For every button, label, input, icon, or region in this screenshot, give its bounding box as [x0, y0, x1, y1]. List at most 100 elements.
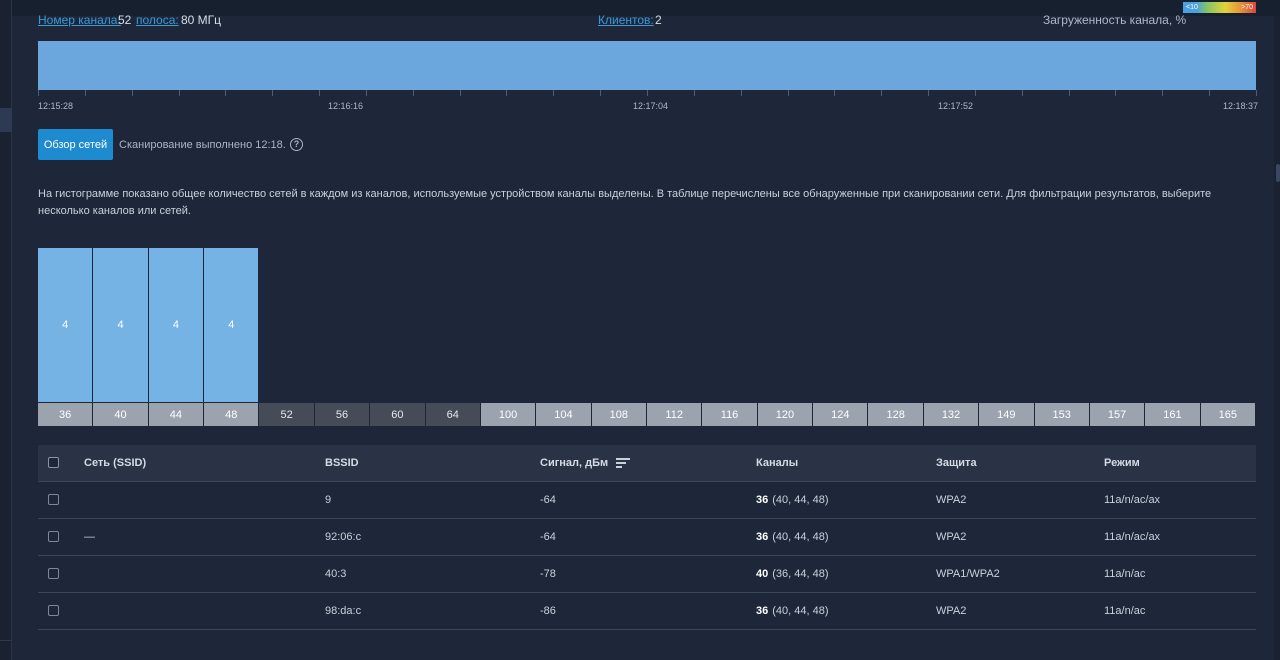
histogram-channel-100[interactable]: 100 — [480, 248, 536, 426]
bssid-cell: 98:da:c — [325, 605, 362, 617]
histogram-channel-label[interactable]: 128 — [868, 403, 923, 426]
sidebar-selected-item[interactable] — [0, 108, 12, 132]
time-axis-tick — [38, 90, 39, 96]
histogram-bar[interactable]: 4 — [148, 248, 204, 402]
histogram-channel-64[interactable]: 64 — [425, 248, 481, 426]
histogram-channel-label[interactable]: 153 — [1034, 403, 1089, 426]
histogram-channel-52[interactable]: 52 — [259, 248, 314, 426]
histogram-channel-44[interactable]: 4 44 — [148, 248, 204, 426]
time-axis-tick — [975, 90, 976, 96]
histogram-description: На гистограмме показано общее количество… — [38, 188, 1212, 217]
column-header-ssid[interactable]: Сеть (SSID) — [84, 445, 146, 481]
table-row[interactable]: — 92:06:c -64 36 (40, 44, 48) WPA2 11a/n/ac/ax — [38, 519, 1256, 556]
histogram-channel-label[interactable]: 132 — [923, 403, 979, 426]
mode-cell: 11a/n/ac/ax — [1104, 531, 1161, 543]
histogram-channel-56[interactable]: 56 — [314, 248, 370, 426]
histogram-channel-label[interactable]: 56 — [314, 403, 370, 426]
histogram-channel-157[interactable]: 157 — [1089, 248, 1145, 426]
histogram-channel-label[interactable]: 149 — [979, 403, 1034, 426]
histogram-channel-120[interactable]: 120 — [757, 248, 813, 426]
histogram-channel-label[interactable]: 165 — [1200, 403, 1255, 426]
histogram-channel-label[interactable]: 36 — [38, 403, 93, 426]
scrollbar[interactable] — [1274, 16, 1280, 660]
row-checkbox[interactable] — [48, 494, 59, 505]
time-axis-tick — [788, 90, 789, 96]
histogram-channel-116[interactable]: 116 — [702, 248, 757, 426]
time-axis-tick — [85, 90, 86, 96]
scrollbar-thumb[interactable] — [1276, 164, 1280, 182]
histogram-channel-161[interactable]: 161 — [1145, 248, 1200, 426]
time-axis-tick — [1256, 90, 1257, 96]
histogram-channel-104[interactable]: 104 — [536, 248, 591, 426]
histogram-channel-165[interactable]: 165 — [1200, 248, 1256, 426]
histogram-bar[interactable]: 4 — [204, 248, 259, 402]
histogram-channel-label[interactable]: 157 — [1089, 403, 1145, 426]
histogram-bar[interactable]: 4 — [38, 248, 93, 402]
channel-number-link[interactable]: Номер канала: — [38, 13, 121, 27]
band-link[interactable]: полоса: — [136, 13, 179, 27]
histogram-channel-label[interactable]: 64 — [425, 403, 480, 426]
histogram-channel-40[interactable]: 4 40 — [93, 248, 148, 426]
table-row[interactable]: 9 -64 36 (40, 44, 48) WPA2 11a/n/ac/ax — [38, 482, 1256, 519]
histogram-channel-label[interactable]: 60 — [370, 403, 425, 426]
histogram-channel-label[interactable]: 48 — [204, 403, 259, 426]
mode-cell: 11a/n/ac — [1104, 605, 1146, 617]
histogram-channel-label[interactable]: 120 — [757, 403, 813, 426]
histogram-channel-label[interactable]: 116 — [702, 403, 757, 426]
channel-load-label: Загруженность канала, % — [1043, 13, 1187, 27]
time-axis-tick — [132, 90, 133, 96]
security-cell: WPA2 — [936, 494, 967, 506]
time-axis-tick — [1162, 90, 1163, 96]
histogram-channel-112[interactable]: 112 — [647, 248, 702, 426]
row-checkbox[interactable] — [48, 568, 59, 579]
sidebar-divider — [0, 640, 12, 641]
histogram-channel-132[interactable]: 132 — [923, 248, 979, 426]
table-row[interactable]: 40:3 -78 40 (36, 44, 48) WPA1/WPA2 11a/n/ac — [38, 556, 1256, 593]
histogram-channel-149[interactable]: 149 — [979, 248, 1034, 426]
histogram-channel-60[interactable]: 60 — [370, 248, 425, 426]
histogram-channel-124[interactable]: 124 — [813, 248, 868, 426]
question-circle-icon[interactable]: ? — [290, 138, 303, 151]
select-all-checkbox[interactable] — [48, 457, 59, 468]
histogram-bar[interactable]: 4 — [93, 248, 148, 402]
column-header-channels[interactable]: Каналы — [756, 445, 798, 481]
network-overview-button[interactable]: Обзор сетей — [38, 129, 113, 160]
histogram-channel-128[interactable]: 128 — [868, 248, 923, 426]
band-value: 80 МГц — [181, 13, 222, 27]
histogram-channel-153[interactable]: 153 — [1034, 248, 1090, 426]
histogram-channel-36[interactable]: 4 36 — [38, 248, 93, 426]
row-checkbox[interactable] — [48, 531, 59, 542]
histogram-channel-label[interactable]: 52 — [259, 403, 314, 426]
sort-descending-icon[interactable] — [616, 458, 631, 468]
histogram-channel-label[interactable]: 104 — [536, 403, 591, 426]
security-cell: WPA2 — [936, 531, 967, 543]
histogram-channel-label[interactable]: 108 — [591, 403, 646, 426]
time-axis-tick — [1069, 90, 1070, 96]
histogram-channel-label[interactable]: 40 — [93, 403, 148, 426]
column-header-mode[interactable]: Режим — [1104, 445, 1140, 481]
time-axis-tick — [179, 90, 180, 96]
histogram-channel-label[interactable]: 100 — [480, 403, 536, 426]
networks-table: Сеть (SSID) BSSID Сигнал, дБм Каналы Защ… — [38, 445, 1256, 630]
column-header-signal[interactable]: Сигнал, дБм — [540, 445, 631, 481]
time-axis-label: 12:15:28 — [38, 101, 74, 111]
channel-number-value: 52 — [118, 13, 132, 27]
histogram-channel-label[interactable]: 44 — [148, 403, 204, 426]
column-header-bssid[interactable]: BSSID — [325, 445, 359, 481]
bssid-cell: 92:06:c — [325, 531, 362, 543]
time-axis-tick — [506, 90, 507, 96]
security-cell: WPA1/WPA2 — [936, 568, 1000, 580]
mode-cell: 11a/n/ac — [1104, 568, 1146, 580]
clients-link[interactable]: Клиентов: — [598, 13, 654, 27]
histogram-channel-108[interactable]: 108 — [591, 248, 647, 426]
table-header: Сеть (SSID) BSSID Сигнал, дБм Каналы Защ… — [38, 445, 1256, 482]
histogram-channel-48[interactable]: 4 48 — [204, 248, 259, 426]
secondary-channels: (36, 44, 48) — [772, 568, 829, 580]
column-header-security[interactable]: Защита — [936, 445, 977, 481]
row-checkbox[interactable] — [48, 605, 59, 616]
secondary-channels: (40, 44, 48) — [772, 494, 829, 506]
table-row[interactable]: 98:da:c -86 36 (40, 44, 48) WPA2 11a/n/ac — [38, 593, 1256, 630]
histogram-channel-label[interactable]: 124 — [813, 403, 868, 426]
histogram-channel-label[interactable]: 161 — [1145, 403, 1200, 426]
histogram-channel-label[interactable]: 112 — [647, 403, 702, 426]
